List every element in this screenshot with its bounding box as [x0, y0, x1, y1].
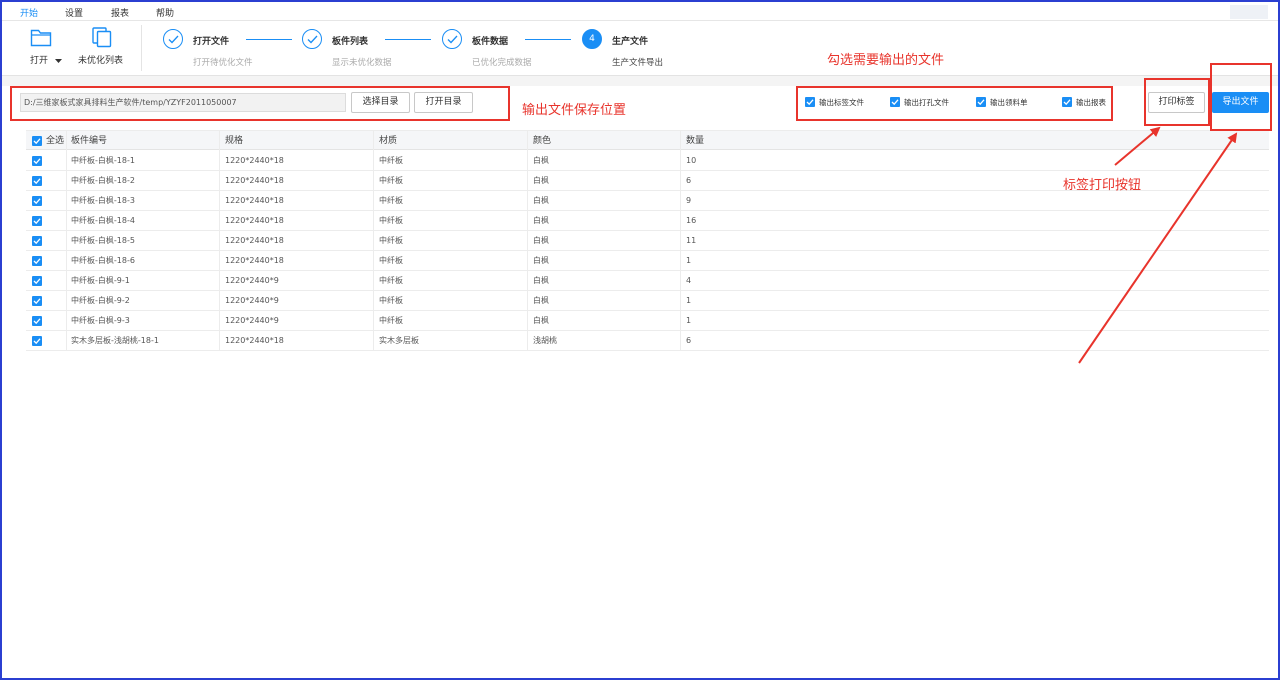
annotation-arrows	[1078, 126, 1238, 364]
arrow-to-print	[1114, 126, 1161, 166]
arrow-to-export	[1078, 132, 1238, 364]
